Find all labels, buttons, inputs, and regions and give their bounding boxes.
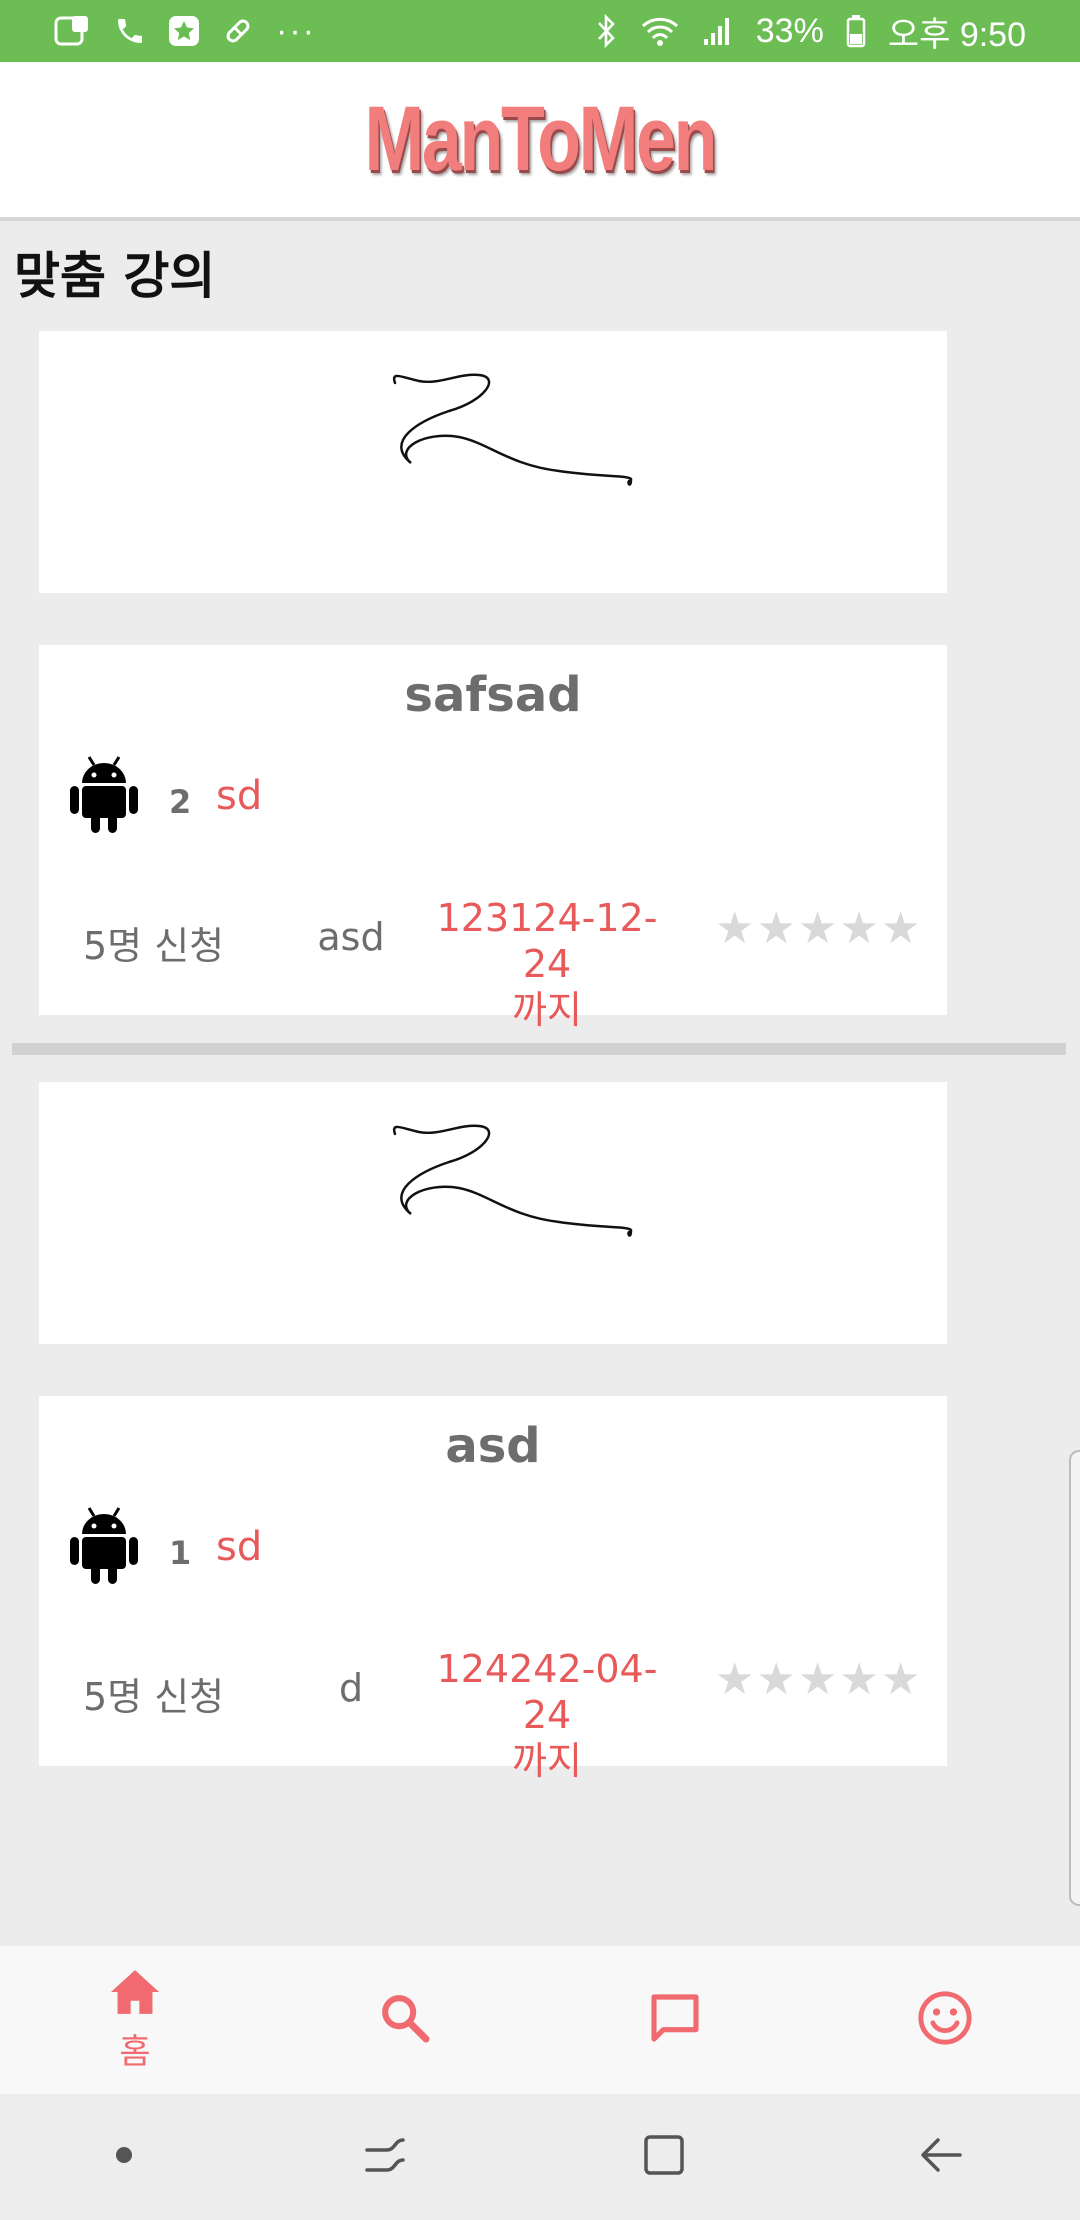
- course-count: 1: [169, 1534, 192, 1572]
- app-header: ManToMen: [0, 62, 1080, 221]
- search-icon: [377, 1990, 433, 2050]
- home-button-icon[interactable]: [639, 2130, 689, 2184]
- star-icon: ★: [756, 903, 796, 954]
- course-title: safsad: [404, 667, 582, 723]
- system-status: 33% 오후 9:50: [596, 7, 1026, 56]
- star-icon: ★: [797, 1654, 838, 1705]
- chat-icon: [646, 1990, 704, 2050]
- nav-home[interactable]: 홈: [0, 1946, 270, 2094]
- course-image-card[interactable]: [39, 331, 947, 593]
- star-icon: ★: [880, 1654, 921, 1705]
- deadline-date: 123124-12-24: [436, 896, 658, 986]
- nav-profile[interactable]: [810, 1946, 1080, 2094]
- app-logo: ManToMen: [364, 88, 718, 190]
- status-bar: ··· 33% 오후 9:50: [0, 0, 1080, 62]
- star-app-icon: [168, 15, 200, 47]
- back-icon[interactable]: [916, 2130, 966, 2184]
- dot-indicator-icon[interactable]: [114, 2145, 134, 2169]
- course-info-card[interactable]: asd 1 sd 5명 신청 d 124242-04-24 까지 ★ ★ ★ ★…: [39, 1396, 947, 1783]
- messenger-app-icon: [54, 14, 92, 48]
- bottom-navigation: 홈: [0, 1946, 1080, 2094]
- star-icon: ★: [797, 903, 838, 954]
- battery-icon: [846, 14, 866, 48]
- bluetooth-icon: [596, 14, 618, 48]
- rating-stars: ★ ★ ★ ★ ★: [715, 907, 920, 951]
- applicant-count: 5명 신청: [83, 924, 225, 968]
- android-icon: [69, 753, 139, 839]
- more-notifications-icon: ···: [276, 11, 316, 50]
- applicant-count: 5명 신청: [83, 1675, 225, 1719]
- system-navigation-bar: [0, 2094, 1080, 2220]
- battery-percent: 33%: [755, 11, 824, 50]
- star-icon: ★: [880, 903, 921, 954]
- pill-icon: [222, 15, 254, 47]
- clock: 오후 9:50: [887, 15, 1026, 54]
- star-icon: ★: [839, 903, 879, 954]
- course-teacher: d: [338, 1666, 364, 1710]
- star-icon: ★: [756, 1654, 796, 1705]
- notification-icons: ···: [54, 12, 316, 51]
- phone-call-icon: [114, 15, 146, 47]
- wifi-icon: [640, 15, 680, 47]
- home-icon: [108, 1968, 162, 2020]
- star-icon: ★: [715, 1654, 755, 1705]
- nav-home-label: 홈: [119, 2031, 151, 2072]
- course-title: asd: [445, 1418, 541, 1474]
- course-image-card[interactable]: [39, 1082, 947, 1344]
- course-info-card[interactable]: safsad 2 sd 5명 신청 asd 123124-12-24 까지 ★ …: [39, 645, 947, 1032]
- deadline-suffix: 까지: [512, 988, 582, 1032]
- course-category: sd: [216, 1524, 263, 1570]
- course-category: sd: [216, 773, 263, 819]
- deadline-suffix: 까지: [512, 1739, 582, 1783]
- smiley-icon: [916, 1989, 974, 2051]
- course-thumbnail-image: [392, 1124, 633, 1237]
- android-icon: [69, 1504, 139, 1590]
- scrollbar-handle[interactable]: [1069, 1450, 1080, 1906]
- course-divider: [12, 1043, 1066, 1055]
- star-icon: ★: [715, 903, 755, 954]
- star-icon: ★: [839, 1654, 879, 1705]
- course-deadline: 123124-12-24 까지: [427, 895, 667, 1033]
- course-count: 2: [169, 783, 192, 821]
- deadline-date: 124242-04-24: [436, 1647, 658, 1737]
- course-deadline: 124242-04-24 까지: [427, 1646, 667, 1784]
- course-thumbnail-image: [392, 373, 633, 486]
- course-teacher: asd: [317, 915, 385, 959]
- section-title: 맞춤 강의: [14, 247, 216, 305]
- nav-chat[interactable]: [540, 1946, 810, 2094]
- nav-search[interactable]: [270, 1946, 540, 2094]
- signal-icon: [702, 15, 734, 47]
- recent-apps-icon[interactable]: [361, 2130, 411, 2184]
- rating-stars: ★ ★ ★ ★ ★: [715, 1658, 920, 1702]
